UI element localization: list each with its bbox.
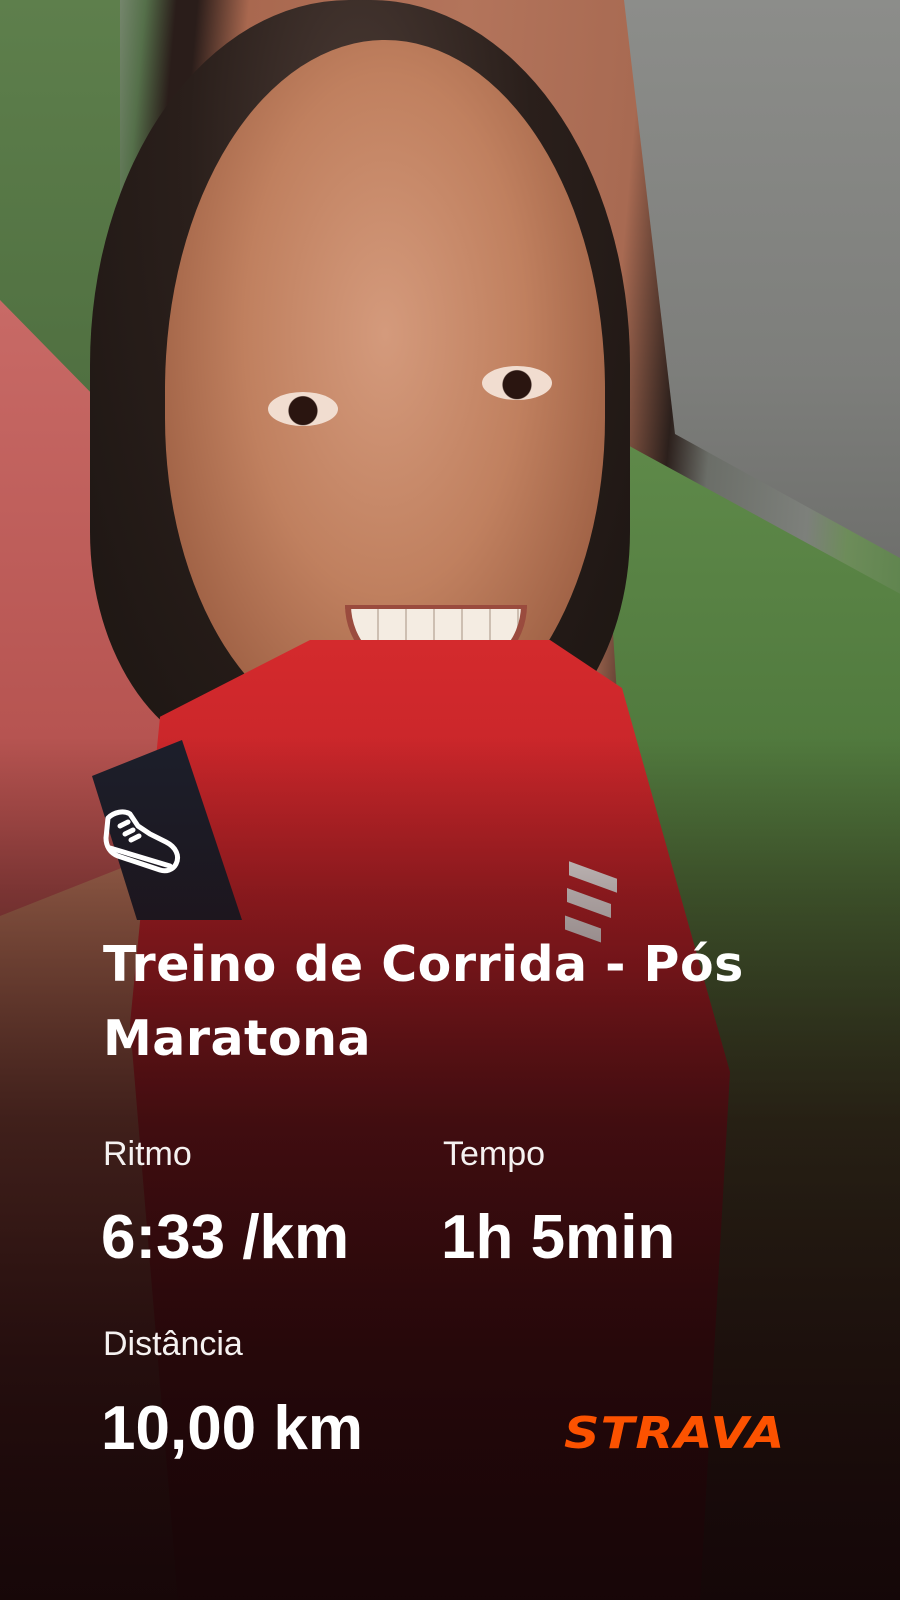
- activity-title: Treino de Corrida - Pós Maratona: [103, 936, 744, 1067]
- pace-label: Ritmo: [103, 1135, 192, 1173]
- pace-value: 6:33 /km: [101, 1203, 350, 1272]
- activity-share-card: Treino de Corrida - Pós Maratona Ritmo T…: [0, 0, 900, 1600]
- time-label: Tempo: [443, 1135, 546, 1173]
- distance-label: Distância: [103, 1325, 243, 1363]
- distance-value: 10,00 km: [101, 1394, 363, 1463]
- time-value: 1h 5min: [441, 1203, 676, 1272]
- strava-logo: STRAVA: [564, 1408, 786, 1459]
- running-shoe-icon: [103, 809, 181, 874]
